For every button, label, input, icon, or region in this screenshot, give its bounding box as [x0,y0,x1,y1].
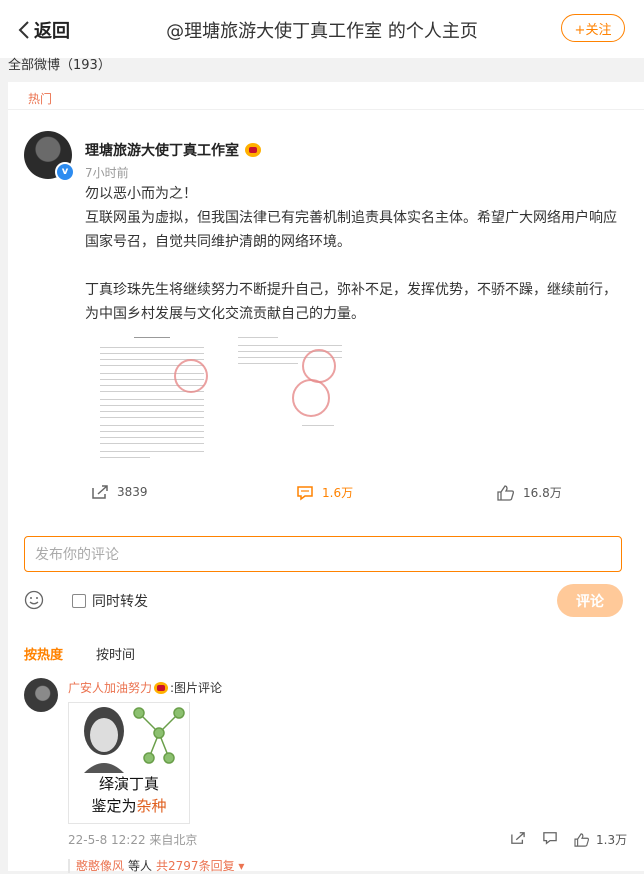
comment-reply-button[interactable] [542,831,558,845]
comment-button[interactable]: 1.6万 [296,484,353,501]
image-caption-line1: 绎演丁真 [98,775,159,793]
seal-stamp-icon [174,359,208,393]
page-title: @理塘旅游大使丁真工作室 的个人主页 [166,21,478,42]
divider [8,109,644,110]
emoji-icon[interactable] [24,590,44,610]
hot-tag: 热门 [28,92,53,106]
repost-checkbox-label: 同时转发 [92,594,148,610]
share-icon [92,485,108,499]
comment-text: :图片评论 [170,681,223,695]
avatar[interactable]: v [24,131,75,182]
post-time: 7小时前 [85,166,129,180]
comment-like-count: 1.3万 [596,833,628,847]
caption-prefix: 鉴定为 [91,797,137,815]
comment-icon [543,832,557,845]
comment-share-button[interactable] [510,831,526,845]
caption-highlight: 杂种 [136,797,167,815]
thumbs-up-icon [574,832,589,847]
post-paragraph: 勿以恶小而为之！ [85,186,197,202]
comment-icon [297,485,313,500]
portrait-illustration [84,707,185,773]
repost-checkbox[interactable]: 同时转发 [72,591,148,611]
share-icon [511,832,525,844]
commenter-avatar[interactable] [24,678,58,712]
top-bar: 返回 @理塘旅游大使丁真工作室 的个人主页 +关注 [0,0,644,58]
author-name[interactable]: 理塘旅游大使丁真工作室 [85,140,261,160]
repost-count: 3839 [117,485,148,499]
comment-meta: 22-5-8 12:22 来自北京 [68,833,198,847]
post-card: 热门 v 理塘旅游大使丁真工作室 7小时前 勿以恶小而为之！ 互联网虽为虚拟，但… [8,82,644,874]
comment-input-placeholder: 发布你的评论 [35,547,119,563]
sort-by-hot[interactable]: 按热度 [24,644,63,663]
comment-input[interactable]: 发布你的评论 [24,536,622,572]
post-actions: 3839 1.6万 16.8万 [8,484,644,508]
verified-icon: v [55,162,75,182]
reply-user[interactable]: 憨憨像风 [76,857,124,874]
all-posts-count[interactable]: 全部微博（193） [8,54,111,73]
image-caption-line2: 鉴定为杂种 [69,795,189,816]
comment-image[interactable]: 绎演丁真 鉴定为杂种 [68,702,190,824]
checkbox-icon [72,594,86,608]
reply-summary: 憨憨像风 等人 共2797条回复 ▾ [68,857,244,874]
post-paragraph: 丁真珍珠先生将继续努力不断提升自己，弥补不足，发挥优势，不骄不躁，继续前行，为中… [85,282,617,322]
commenter-name[interactable]: 广安人加油努力 [68,679,152,696]
author-name-text: 理塘旅游大使丁真工作室 [85,143,239,159]
vip-crown-icon [245,143,261,157]
post-image-statement[interactable] [94,329,210,465]
seal-stamp-icon [302,349,336,383]
comment-count: 1.6万 [322,486,354,500]
post-text: 勿以恶小而为之！ 互联网虽为虚拟，但我国法律已有完善机制追责具体实名主体。希望广… [85,182,625,326]
divider [68,858,70,873]
like-count: 16.8万 [523,486,562,500]
reply-etc: 等人 [128,859,153,873]
like-button[interactable]: 16.8万 [497,484,562,501]
submit-comment-button[interactable]: 评论 [557,584,623,617]
sort-by-time[interactable]: 按时间 [96,644,135,663]
follow-button[interactable]: +关注 [561,14,625,42]
thumbs-up-icon [497,484,514,501]
repost-button[interactable]: 3839 [91,484,148,500]
post-image-statement-2[interactable] [232,329,348,465]
seal-stamp-icon [292,379,330,417]
vip-crown-icon [154,681,169,694]
comment-like-button[interactable]: 1.3万 [574,831,627,848]
post-paragraph: 互联网虽为虚拟，但我国法律已有完善机制追责具体实名主体。希望广大网络用户响应国家… [85,210,617,250]
comment-header: 广安人加油努力 :图片评论 [68,679,222,696]
view-replies-link[interactable]: 共2797条回复 ▾ [156,857,244,874]
